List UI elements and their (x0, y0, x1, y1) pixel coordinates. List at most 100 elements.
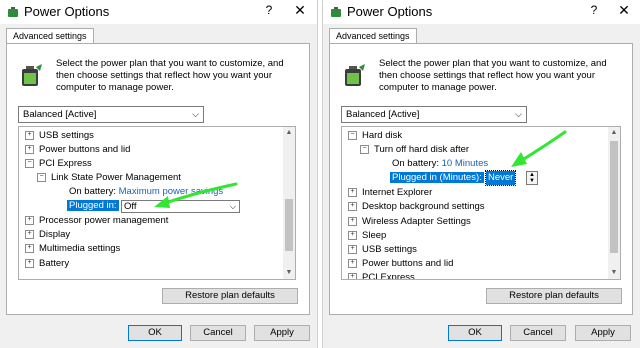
tree-item-label: Power buttons and lid (39, 144, 131, 155)
close-button[interactable]: ✕ (617, 2, 631, 19)
on-battery-label: On battery: (69, 186, 116, 197)
help-button[interactable]: ? (262, 3, 276, 17)
tree-item-desktop-background[interactable]: + Desktop background settings (348, 200, 485, 214)
plan-select[interactable]: Balanced [Active] ⌵ (18, 106, 204, 123)
tree-item-usb[interactable]: + USB settings (348, 243, 417, 257)
plugged-in-label: Plugged in: (67, 200, 119, 211)
tree-item-label: Internet Explorer (362, 187, 433, 198)
settings-tree[interactable]: − Hard disk − Turn off hard disk after On … (341, 126, 621, 280)
tree-item-label: Processor power management (39, 215, 169, 226)
description-text: Select the power plan that you want to c… (56, 58, 284, 93)
tree-item-label: Multimedia settings (39, 243, 121, 254)
title-bar: Power Options ? ✕ (0, 0, 317, 24)
tree-item-battery[interactable]: + Battery (25, 257, 69, 271)
power-options-icon (8, 7, 18, 17)
collapse-icon[interactable]: − (348, 130, 357, 140)
chevron-down-icon: ⌵ (515, 109, 522, 119)
close-button[interactable]: ✕ (293, 2, 307, 19)
cancel-button[interactable]: Cancel (510, 325, 566, 341)
tree-item-label: Turn off hard disk after (374, 144, 470, 155)
tree-item-turn-off-hard-disk[interactable]: − Turn off hard disk after (360, 143, 469, 157)
annotation-arrow-icon (154, 182, 238, 208)
plan-select[interactable]: Balanced [Active] ⌵ (341, 106, 527, 123)
ok-button[interactable]: OK (128, 325, 182, 341)
setting-on-battery[interactable]: On battery: 10 Minutes (392, 157, 488, 171)
spinner-arrows-icon[interactable]: ▲ ▼ (526, 171, 538, 185)
tree-item-wireless[interactable]: + Wireless Adapter Settings (348, 215, 471, 229)
scroll-down-icon[interactable]: ▼ (283, 267, 295, 279)
description-text: Select the power plan that you want to c… (379, 58, 607, 93)
tree-scrollbar[interactable]: ▲ ▼ (608, 127, 620, 279)
power-options-icon (331, 7, 341, 17)
scroll-down-icon[interactable]: ▼ (608, 267, 620, 279)
tree-item-processor[interactable]: + Processor power management (25, 214, 168, 228)
collapse-icon[interactable]: − (360, 144, 369, 154)
expand-icon[interactable]: + (25, 243, 34, 253)
power-options-dialog-right: Power Options ? ✕ Advanced settings Sele… (322, 0, 640, 348)
expand-icon[interactable]: + (348, 244, 357, 254)
setting-plugged-in[interactable]: Plugged in: (67, 199, 119, 213)
help-button[interactable]: ? (587, 3, 601, 17)
scrollbar-thumb[interactable] (610, 141, 618, 253)
tree-item-power-buttons[interactable]: + Power buttons and lid (348, 257, 453, 271)
on-battery-label: On battery: (392, 158, 439, 169)
tree-item-label: Hard disk (362, 130, 403, 141)
collapse-icon[interactable]: − (37, 172, 46, 182)
expand-icon[interactable]: + (348, 187, 357, 197)
collapse-icon[interactable]: − (25, 158, 34, 168)
window-title: Power Options (347, 4, 433, 19)
tree-item-hard-disk[interactable]: − Hard disk (348, 129, 402, 143)
tree-item-display[interactable]: + Display (25, 228, 70, 242)
tree-item-label: Wireless Adapter Settings (362, 216, 471, 227)
tree-scrollbar[interactable]: ▲ ▼ (283, 127, 295, 279)
on-battery-value[interactable]: 10 Minutes (442, 158, 488, 169)
tab-advanced-settings[interactable]: Advanced settings (329, 28, 417, 44)
window-title: Power Options (24, 4, 110, 19)
expand-icon[interactable]: + (348, 258, 357, 268)
restore-defaults-button[interactable]: Restore plan defaults (162, 288, 298, 304)
expand-icon[interactable]: + (348, 201, 357, 211)
tree-item-label: PCI Express (39, 158, 92, 169)
expand-icon[interactable]: + (25, 130, 34, 140)
power-options-dialog-left: Power Options ? ✕ Advanced settings Sele… (0, 0, 318, 348)
battery-icon (22, 64, 42, 86)
tree-item-label: USB settings (39, 130, 94, 141)
apply-button[interactable]: Apply (575, 325, 631, 341)
expand-icon[interactable]: + (25, 144, 34, 154)
restore-defaults-button[interactable]: Restore plan defaults (486, 288, 622, 304)
annotation-arrow-icon (511, 130, 567, 167)
expand-icon[interactable]: + (348, 272, 357, 279)
cancel-button[interactable]: Cancel (190, 325, 246, 341)
tree-item-usb[interactable]: + USB settings (25, 129, 94, 143)
tree-item-power-buttons[interactable]: + Power buttons and lid (25, 143, 130, 157)
expand-icon[interactable]: + (348, 216, 357, 226)
tree-item-label: Display (39, 229, 71, 240)
expand-icon[interactable]: + (25, 215, 34, 225)
tree-item-sleep[interactable]: + Sleep (348, 229, 386, 243)
tree-item-label: Desktop background settings (362, 201, 485, 212)
ok-button[interactable]: OK (448, 325, 502, 341)
expand-icon[interactable]: + (348, 230, 357, 240)
tree-item-pci-express[interactable]: + PCI Express (348, 271, 415, 279)
scroll-up-icon[interactable]: ▲ (608, 127, 620, 139)
tab-advanced-settings[interactable]: Advanced settings (6, 28, 94, 44)
expand-icon[interactable]: + (25, 229, 34, 239)
tree-item-label: USB settings (362, 244, 417, 255)
plugged-in-select-value: Off (124, 201, 137, 212)
plugged-in-label: Plugged in (Minutes): (390, 172, 484, 183)
chevron-down-icon: ⌵ (192, 109, 199, 119)
expand-icon[interactable]: + (25, 258, 34, 268)
apply-button[interactable]: Apply (254, 325, 310, 341)
tree-item-label: Power buttons and lid (362, 258, 454, 269)
title-bar: Power Options ? ✕ (323, 0, 640, 24)
setting-plugged-in[interactable]: Plugged in (Minutes): (390, 171, 484, 185)
plan-select-value: Balanced [Active] (346, 109, 420, 120)
plugged-in-minutes-value[interactable]: Never (484, 170, 517, 186)
battery-icon (345, 64, 365, 86)
plugged-in-minutes-spinner[interactable]: Never ▲ ▼ (484, 170, 540, 186)
tree-item-internet-explorer[interactable]: + Internet Explorer (348, 186, 432, 200)
tree-item-multimedia[interactable]: + Multimedia settings (25, 242, 120, 256)
tree-item-pci-express[interactable]: − PCI Express (25, 157, 92, 171)
scroll-up-icon[interactable]: ▲ (283, 127, 295, 139)
scrollbar-thumb[interactable] (285, 199, 293, 251)
